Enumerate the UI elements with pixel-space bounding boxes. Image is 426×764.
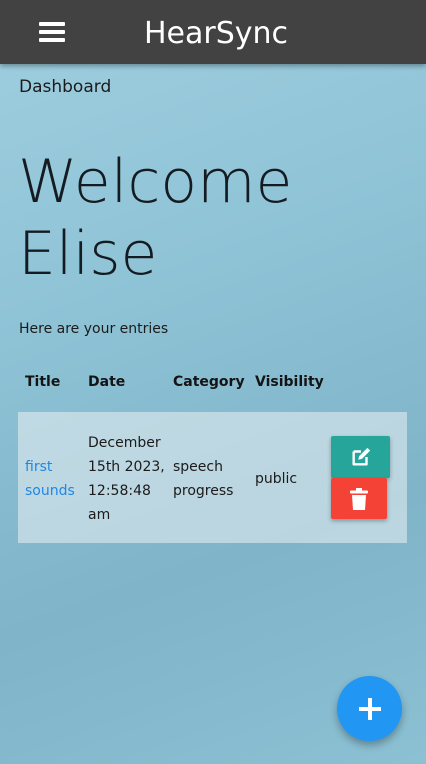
hamburger-icon — [39, 22, 65, 26]
user-name: Elise — [18, 219, 158, 289]
column-header-visibility: Visibility — [255, 374, 324, 390]
entry-title-link[interactable]: first sounds — [25, 455, 81, 503]
trash-icon — [350, 487, 368, 510]
entry-date: December 15th 2023, 12:58:48 am — [88, 435, 165, 523]
app-title[interactable]: HearSync — [144, 14, 288, 54]
column-header-category: Category — [173, 374, 245, 390]
column-header-title: Title — [25, 374, 61, 390]
edit-icon — [351, 447, 370, 466]
breadcrumb: Dashboard — [19, 77, 112, 97]
delete-entry-button[interactable] — [331, 478, 387, 519]
edit-entry-button[interactable] — [331, 436, 390, 478]
hamburger-menu-button[interactable] — [36, 16, 68, 48]
top-navbar: HearSync — [0, 0, 426, 64]
column-header-date: Date — [88, 374, 126, 390]
add-entry-button[interactable] — [337, 676, 402, 741]
welcome-line: Welcome — [18, 147, 293, 217]
entries-intro: Here are your entries — [19, 321, 169, 337]
entry-visibility: public — [255, 471, 298, 487]
page-title: Welcome Elise — [18, 146, 398, 290]
entry-category: speech progress — [173, 459, 234, 499]
plus-icon — [358, 697, 381, 720]
